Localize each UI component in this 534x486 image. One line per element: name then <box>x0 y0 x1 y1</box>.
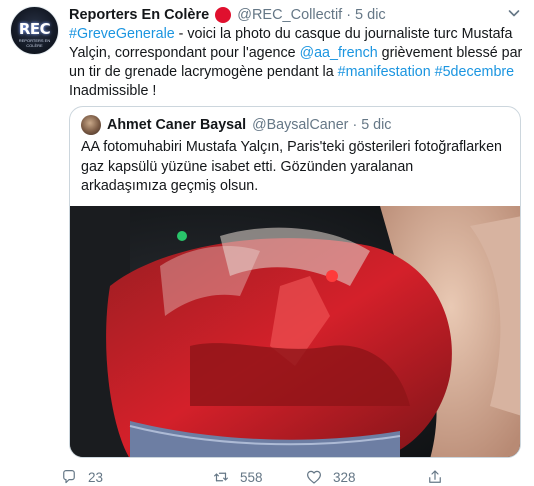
quoted-tweet[interactable]: Ahmet Caner Baysal @BaysalCaner · 5 dic … <box>69 106 521 458</box>
quoted-author-avatar <box>81 115 101 135</box>
tweet-header: Reporters En Colère @REC_Collectif · 5 d… <box>69 5 386 25</box>
author-avatar[interactable]: REC REPORTERS EN COLÈRE <box>10 6 59 55</box>
quoted-author-handle: @BaysalCaner <box>252 117 349 133</box>
retweet-button[interactable]: 558 <box>212 468 263 486</box>
like-button[interactable]: 328 <box>305 468 356 486</box>
quoted-header-separator: · <box>352 117 358 133</box>
tweet-actions: 23 558 328 <box>60 468 520 486</box>
reply-count: 23 <box>88 469 104 485</box>
retweet-icon <box>214 472 228 482</box>
share-icon <box>429 470 441 483</box>
tweet-text-segment: un tir de grenade lacrymogène pendant la <box>69 64 338 80</box>
retweet-count: 558 <box>240 469 263 485</box>
author-handle[interactable]: @REC_Collectif <box>237 7 342 23</box>
tweet-text-segment: Inadmissible ! <box>69 83 157 99</box>
hashtag-link-5decembre[interactable]: #5decembre <box>435 64 514 80</box>
tweet[interactable]: REC REPORTERS EN COLÈRE Reporters En Col… <box>0 0 534 486</box>
hashtag-link-manifestation[interactable]: #manifestation <box>338 64 431 80</box>
quoted-tweet-timestamp: 5 dic <box>361 117 392 133</box>
chevron-down-icon[interactable] <box>506 5 522 21</box>
quoted-text-line: AA fotomuhabiri Mustafa Yalçın, Paris'te… <box>81 139 502 155</box>
like-count: 328 <box>333 469 356 485</box>
red-circle-icon <box>215 7 232 23</box>
tweet-text-segment: grièvement blessé par <box>377 45 523 61</box>
quoted-tweet-text: AA fotomuhabiri Mustafa Yalçın, Paris'te… <box>81 138 511 197</box>
like-icon <box>307 470 321 484</box>
quoted-text-line: gaz kapsülü yüzüne isabet etti. Gözünden… <box>81 158 414 175</box>
header-separator: · <box>346 7 352 23</box>
avatar-logo-subtext: REPORTERS EN COLÈRE <box>18 38 51 48</box>
tweet-text-segment: Yalçin, correspondant pour l'agence <box>69 45 300 61</box>
quoted-text-line: arkadaşımıza geçmiş olsun. <box>81 178 259 194</box>
author-display-name[interactable]: Reporters En Colère <box>69 7 209 23</box>
tweet-text: #GreveGenerale - voici la photo du casqu… <box>69 25 524 101</box>
quoted-author-display-name: Ahmet Caner Baysal <box>107 117 247 133</box>
quoted-tweet-photo[interactable] <box>70 206 521 458</box>
reply-button[interactable]: 23 <box>60 468 103 486</box>
quoted-tweet-header: Ahmet Caner Baysal @BaysalCaner · 5 dic <box>81 115 391 135</box>
hashtag-link-grevegenerale[interactable]: #GreveGenerale <box>69 26 175 42</box>
mention-link-aa-french[interactable]: @aa_french <box>300 45 378 61</box>
share-button[interactable] <box>426 468 444 486</box>
avatar-logo-text: REC <box>18 20 51 38</box>
reply-icon <box>63 470 75 484</box>
tweet-text-segment: - voici la photo du casque du journalist… <box>174 26 513 42</box>
tweet-timestamp[interactable]: 5 dic <box>355 7 386 23</box>
